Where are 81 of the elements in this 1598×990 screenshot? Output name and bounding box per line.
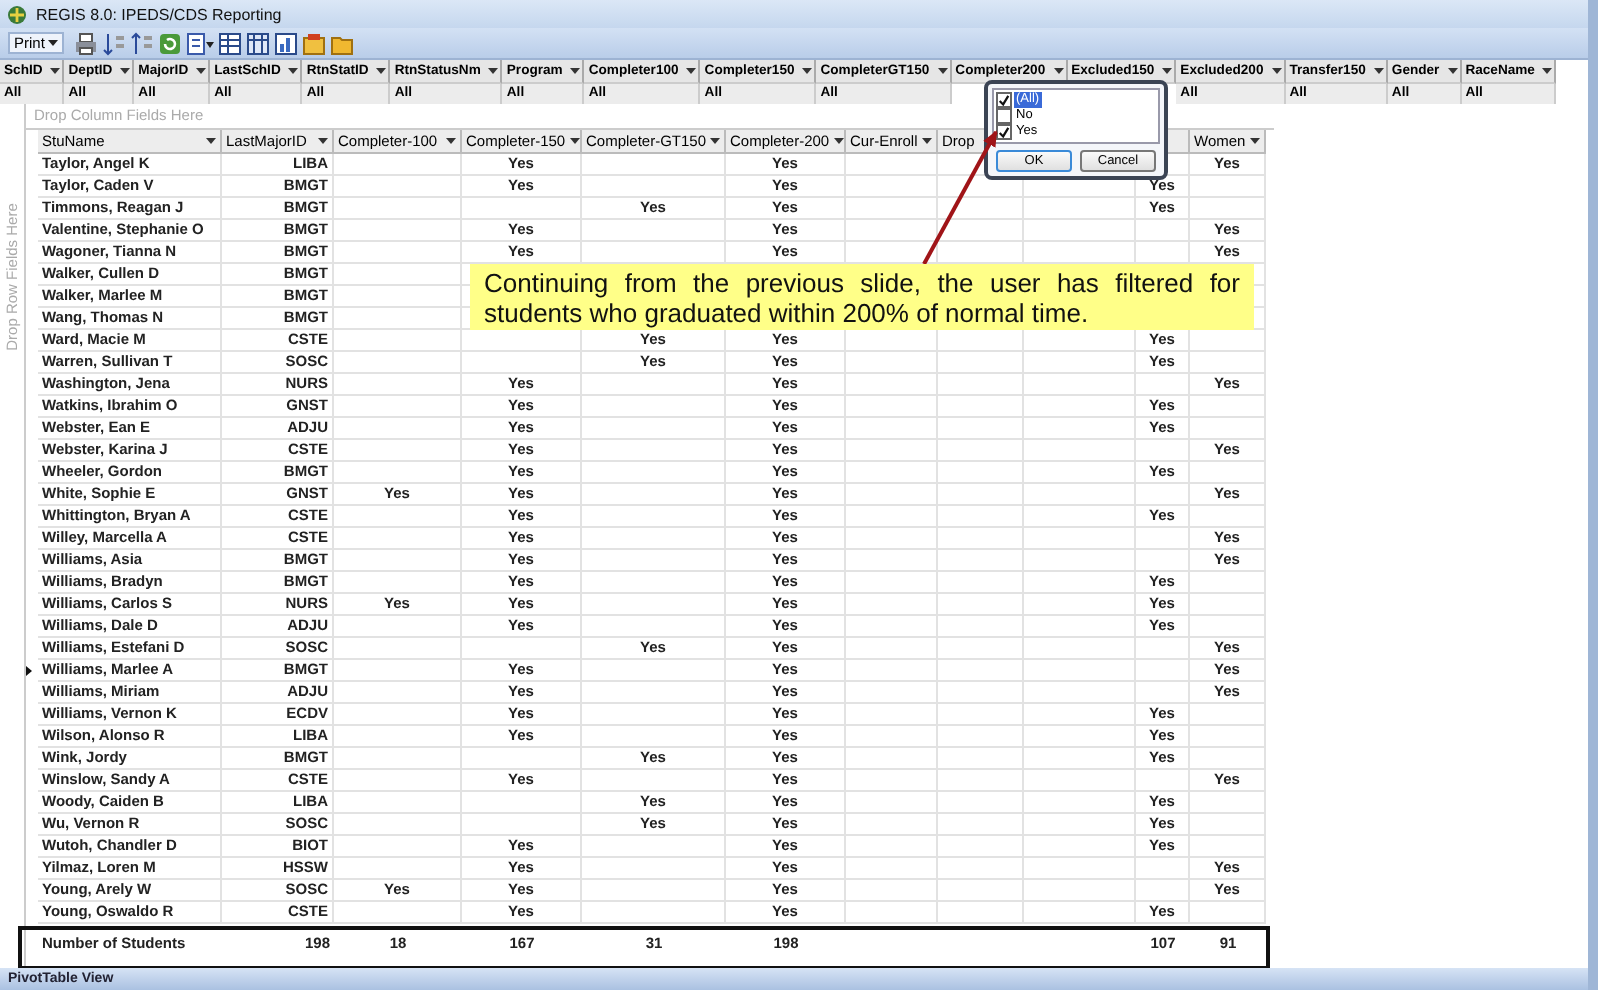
empty-cell xyxy=(1024,858,1136,880)
pointer-arrow xyxy=(922,130,998,265)
field-list-icon[interactable] xyxy=(302,31,327,55)
caret-icon xyxy=(1162,68,1173,74)
empty-cell xyxy=(1024,550,1136,572)
sort-descending-icon[interactable] xyxy=(130,31,155,55)
caret-icon xyxy=(48,40,59,46)
empty-cell xyxy=(938,594,1024,616)
caret-icon xyxy=(206,138,216,144)
filter-icon[interactable] xyxy=(186,31,215,55)
app-icon xyxy=(6,3,28,25)
empty-cell xyxy=(938,682,1024,704)
empty-cell xyxy=(1024,770,1136,792)
chart-icon[interactable] xyxy=(274,31,299,55)
caret-icon xyxy=(1447,68,1458,74)
checkbox[interactable] xyxy=(996,108,1012,124)
printer-icon[interactable] xyxy=(74,31,99,55)
callout-text: Continuing from the previous slide, the user has filtered for students who graduated within 200% of normal time. xyxy=(484,267,1240,327)
caret-icon xyxy=(1271,68,1282,74)
caret-icon xyxy=(1053,68,1064,74)
empty-cell xyxy=(1024,374,1136,396)
caret-icon xyxy=(50,68,61,74)
grid-icon[interactable] xyxy=(218,31,243,55)
empty-cell xyxy=(938,814,1024,836)
empty-cell xyxy=(938,418,1024,440)
caret-icon xyxy=(488,68,499,74)
empty-cell xyxy=(938,462,1024,484)
checkbox[interactable] xyxy=(996,124,1012,140)
empty-cell xyxy=(938,902,1024,924)
caret-icon xyxy=(120,68,131,74)
caret-icon xyxy=(1250,138,1260,144)
empty-cell xyxy=(938,858,1024,880)
checkbox[interactable] xyxy=(996,92,1012,108)
empty-cell xyxy=(938,616,1024,638)
caret-icon xyxy=(833,138,844,144)
empty-cell xyxy=(938,770,1024,792)
caret-icon xyxy=(288,68,299,74)
empty-cell xyxy=(1024,638,1136,660)
sort-ascending-icon[interactable] xyxy=(102,31,127,55)
empty-cell xyxy=(938,726,1024,748)
caret-icon xyxy=(570,68,581,74)
table-icon[interactable] xyxy=(246,31,271,55)
empty-cell xyxy=(1024,484,1136,506)
empty-cell xyxy=(938,704,1024,726)
empty-cell xyxy=(938,638,1024,660)
caret-icon xyxy=(922,138,932,144)
empty-cell xyxy=(938,550,1024,572)
caret-icon xyxy=(569,138,580,144)
caret-icon xyxy=(937,68,948,74)
empty-cell xyxy=(938,572,1024,594)
caret-icon xyxy=(318,138,328,144)
empty-cell xyxy=(1024,682,1136,704)
caret-icon xyxy=(1542,68,1553,74)
empty-cell xyxy=(1024,440,1136,462)
empty-cell xyxy=(938,506,1024,528)
caret-icon xyxy=(446,138,456,144)
window-title: REGIS 8.0: IPEDS/CDS Reporting xyxy=(36,5,282,23)
current-row-marker-icon xyxy=(26,666,32,676)
empty-cell xyxy=(1024,660,1136,682)
empty-cell xyxy=(938,220,1024,242)
empty-cell xyxy=(938,198,1024,220)
caret-icon xyxy=(376,68,387,74)
empty-cell xyxy=(938,880,1024,902)
empty-cell xyxy=(938,836,1024,858)
empty-cell xyxy=(938,374,1024,396)
caret-icon xyxy=(1373,68,1384,74)
empty-cell xyxy=(938,440,1024,462)
empty-cell xyxy=(1024,220,1136,242)
caret-icon xyxy=(802,68,813,74)
caret-icon xyxy=(196,68,207,74)
empty-cell xyxy=(938,660,1024,682)
caret-icon xyxy=(686,68,697,74)
empty-cell xyxy=(938,792,1024,814)
empty-cell xyxy=(1024,528,1136,550)
empty-cell xyxy=(938,352,1024,374)
empty-cell xyxy=(938,528,1024,550)
caret-icon xyxy=(710,138,721,144)
empty-cell xyxy=(1024,880,1136,902)
empty-cell xyxy=(938,748,1024,770)
empty-cell xyxy=(938,484,1024,506)
empty-cell xyxy=(938,396,1024,418)
